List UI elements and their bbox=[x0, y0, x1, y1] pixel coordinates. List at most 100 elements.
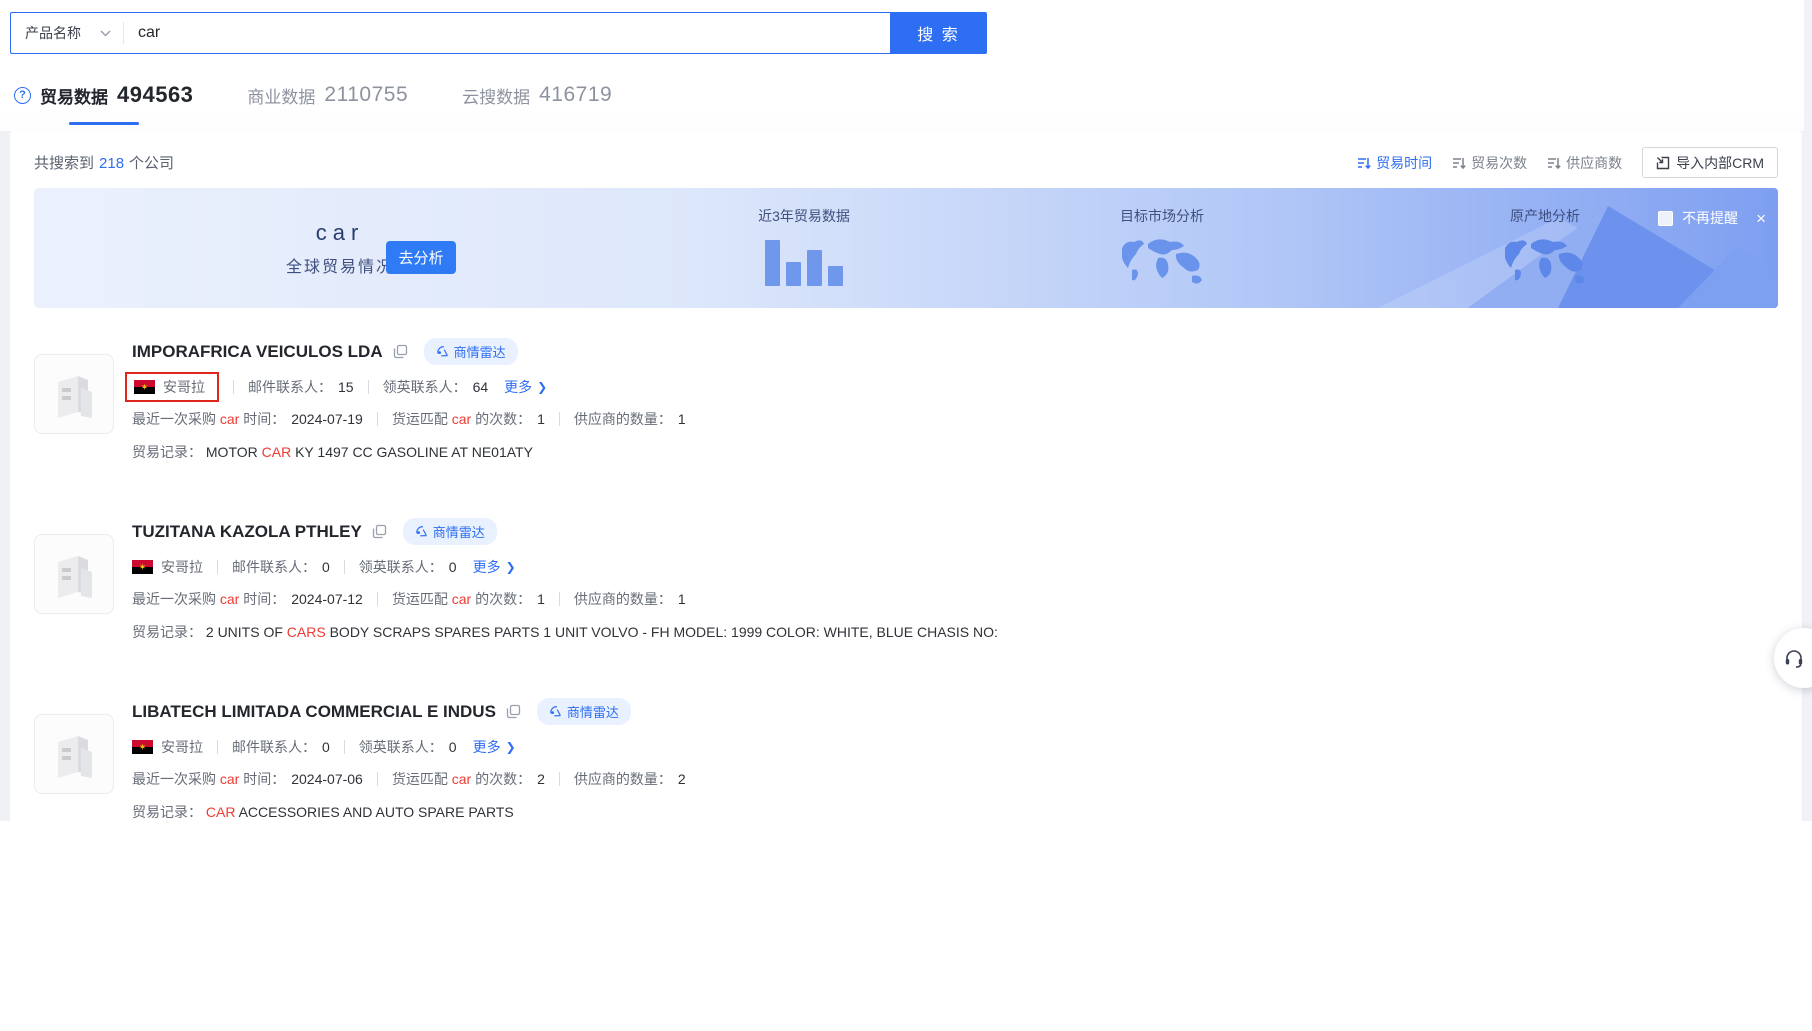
search-input[interactable] bbox=[124, 13, 890, 53]
chevron-right-icon: ❯ bbox=[537, 380, 547, 394]
company-info: IMPORAFRICA VEICULOS LDA 商情雷达 ✶ 安哥拉 bbox=[132, 338, 1778, 462]
last-purchase: 最近一次采购 car 时间：2024-07-12 bbox=[132, 589, 363, 609]
dismiss-checkbox[interactable] bbox=[1658, 211, 1673, 226]
sort-trade-time[interactable]: 贸易时间 bbox=[1357, 153, 1432, 173]
tab-label: 云搜数据 bbox=[462, 83, 530, 108]
sort-supplier-count[interactable]: 供应商数 bbox=[1547, 153, 1622, 173]
search-category-select[interactable]: 产品名称 bbox=[11, 23, 123, 43]
company-name[interactable]: TUZITANA KAZOLA PTHLEY bbox=[132, 522, 362, 542]
copy-icon[interactable] bbox=[506, 704, 521, 719]
supplier-count: 供应商的数量：2 bbox=[574, 769, 686, 789]
trade-record: 贸易记录： 2 UNITS OF CARS BODY SCRAPS SPARES… bbox=[132, 622, 1778, 642]
sort-trade-count[interactable]: 贸易次数 bbox=[1452, 153, 1527, 173]
world-map-icon bbox=[1114, 234, 1210, 288]
country-name: 安哥拉 bbox=[161, 737, 203, 757]
results-prefix: 共搜索到 bbox=[34, 155, 94, 172]
email-contacts: 邮件联系人：0 bbox=[232, 737, 330, 757]
company-info: LIBATECH LIMITADA COMMERCIAL E INDUS 商情雷… bbox=[132, 698, 1778, 822]
radar-badge[interactable]: 商情雷达 bbox=[537, 698, 631, 725]
freight-match: 货运匹配 car 的次数：1 bbox=[392, 409, 545, 429]
bar-chart-icon bbox=[734, 238, 874, 286]
company-card: LIBATECH LIMITADA COMMERCIAL E INDUS 商情雷… bbox=[34, 698, 1778, 822]
more-link[interactable]: 更多❯ bbox=[473, 557, 516, 577]
linkedin-contacts: 领英联系人：0 bbox=[359, 737, 457, 757]
company-info: TUZITANA KAZOLA PTHLEY 商情雷达 ✶ 安哥拉 bbox=[132, 518, 1778, 642]
angola-flag-icon: ✶ bbox=[134, 380, 155, 394]
company-name[interactable]: IMPORAFRICA VEICULOS LDA bbox=[132, 342, 383, 362]
results-bar: 共搜索到218个公司 贸易时间 贸易次数 供应商数 导入内部CRM bbox=[10, 131, 1802, 178]
main-area: 共搜索到218个公司 贸易时间 贸易次数 供应商数 导入内部CRM bbox=[0, 131, 1812, 821]
more-link[interactable]: 更多❯ bbox=[504, 377, 547, 397]
radar-badge-label: 商情雷达 bbox=[433, 522, 485, 541]
sort-label: 贸易次数 bbox=[1471, 153, 1527, 173]
trade-record: 贸易记录： MOTOR CAR KY 1497 CC GASOLINE AT N… bbox=[132, 442, 1778, 462]
import-crm-button[interactable]: 导入内部CRM bbox=[1642, 147, 1778, 178]
headset-icon bbox=[1783, 647, 1805, 669]
trade-record-label: 贸易记录： bbox=[132, 624, 202, 640]
dismiss-label: 不再提醒 bbox=[1682, 208, 1738, 228]
angola-flag-icon: ✶ bbox=[132, 740, 153, 754]
search-box: 产品名称 bbox=[10, 12, 890, 54]
email-contacts: 邮件联系人：0 bbox=[232, 557, 330, 577]
radar-icon bbox=[549, 705, 562, 718]
tab-trade-data[interactable]: ? 贸易数据 494563 bbox=[14, 82, 193, 108]
company-card: IMPORAFRICA VEICULOS LDA 商情雷达 ✶ 安哥拉 bbox=[34, 338, 1778, 462]
last-purchase: 最近一次采购 car 时间：2024-07-19 bbox=[132, 409, 363, 429]
radar-badge-label: 商情雷达 bbox=[454, 342, 506, 361]
radar-badge[interactable]: 商情雷达 bbox=[424, 338, 518, 365]
country-flag-group-highlighted: ✶ 安哥拉 bbox=[125, 372, 219, 402]
banner-keyword-block: car 全球贸易情况 bbox=[282, 220, 398, 277]
results-panel: 共搜索到218个公司 贸易时间 贸易次数 供应商数 导入内部CRM bbox=[10, 131, 1802, 1031]
close-icon[interactable]: × bbox=[1756, 210, 1766, 227]
banner-section-target-market: 目标市场分析 bbox=[1092, 206, 1232, 293]
tab-count: 416719 bbox=[539, 83, 612, 107]
banner-section-label: 原产地分析 bbox=[1470, 206, 1620, 226]
supplier-count: 供应商的数量：1 bbox=[574, 589, 686, 609]
import-icon bbox=[1656, 156, 1670, 170]
country-flag-group: ✶ 安哥拉 bbox=[132, 737, 203, 757]
email-contacts: 邮件联系人：15 bbox=[248, 377, 354, 397]
sort-icon bbox=[1547, 156, 1561, 170]
building-icon bbox=[48, 548, 100, 600]
trade-record-label: 贸易记录： bbox=[132, 804, 202, 820]
angola-flag-icon: ✶ bbox=[132, 560, 153, 574]
banner-section-origin: 原产地分析 bbox=[1470, 206, 1620, 293]
import-crm-label: 导入内部CRM bbox=[1676, 153, 1764, 173]
company-logo-placeholder[interactable] bbox=[34, 534, 114, 614]
trade-record-label: 贸易记录： bbox=[132, 444, 202, 460]
analyze-button[interactable]: 去分析 bbox=[386, 241, 456, 274]
radar-badge[interactable]: 商情雷达 bbox=[403, 518, 497, 545]
banner-dismiss: 不再提醒 × bbox=[1658, 208, 1766, 228]
tab-cloud-search-data[interactable]: 云搜数据 416719 bbox=[462, 83, 612, 108]
radar-icon bbox=[436, 345, 449, 358]
results-count: 218 bbox=[99, 155, 124, 172]
radar-badge-label: 商情雷达 bbox=[567, 702, 619, 721]
data-tabs: ? 贸易数据 494563 商业数据 2110755 云搜数据 416719 bbox=[14, 82, 612, 108]
more-link[interactable]: 更多❯ bbox=[473, 737, 516, 757]
country-flag-group: ✶ 安哥拉 bbox=[132, 557, 203, 577]
trade-analysis-banner: car 全球贸易情况 去分析 近3年贸易数据 目标市场分析 原产地分析 bbox=[34, 188, 1778, 308]
chevron-down-icon bbox=[100, 30, 111, 37]
results-controls: 贸易时间 贸易次数 供应商数 导入内部CRM bbox=[1357, 147, 1778, 178]
tab-label: 商业数据 bbox=[247, 83, 315, 108]
company-logo-placeholder[interactable] bbox=[34, 714, 114, 794]
company-logo-placeholder[interactable] bbox=[34, 354, 114, 434]
question-icon[interactable]: ? bbox=[14, 87, 31, 104]
sort-icon bbox=[1357, 156, 1371, 170]
company-card: TUZITANA KAZOLA PTHLEY 商情雷达 ✶ 安哥拉 bbox=[34, 518, 1778, 642]
banner-section-label: 近3年贸易数据 bbox=[734, 206, 874, 226]
copy-icon[interactable] bbox=[372, 524, 387, 539]
copy-icon[interactable] bbox=[393, 344, 408, 359]
tab-count: 2110755 bbox=[324, 83, 408, 107]
banner-keyword: car bbox=[282, 220, 398, 246]
scrollbar-track[interactable] bbox=[1804, 0, 1812, 821]
company-name[interactable]: LIBATECH LIMITADA COMMERCIAL E INDUS bbox=[132, 702, 496, 722]
last-purchase: 最近一次采购 car 时间：2024-07-06 bbox=[132, 769, 363, 789]
supplier-count: 供应商的数量：1 bbox=[574, 409, 686, 429]
search-category-value: 产品名称 bbox=[25, 23, 81, 43]
tab-label: 贸易数据 bbox=[40, 83, 108, 108]
sort-label: 供应商数 bbox=[1566, 153, 1622, 173]
search-button[interactable]: 搜 索 bbox=[890, 12, 987, 54]
sort-label: 贸易时间 bbox=[1376, 153, 1432, 173]
tab-business-data[interactable]: 商业数据 2110755 bbox=[247, 83, 408, 108]
